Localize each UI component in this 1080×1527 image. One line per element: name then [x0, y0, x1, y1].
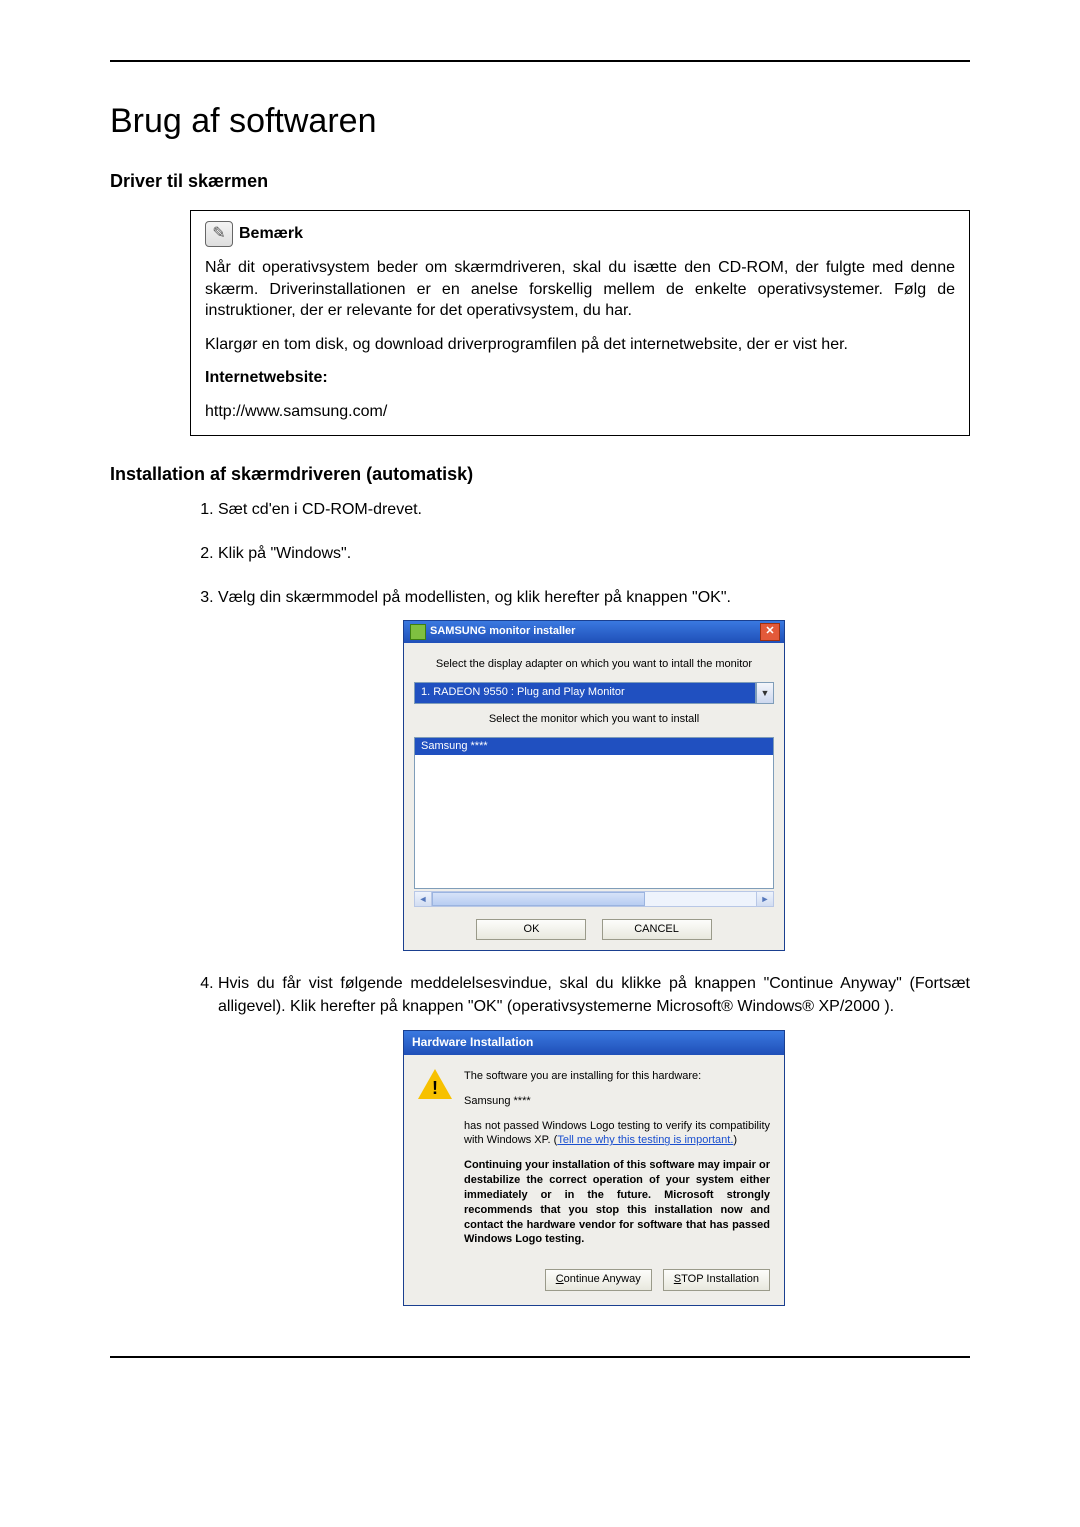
horizontal-scrollbar[interactable]: ◄ ►	[414, 891, 774, 907]
internet-url: http://www.samsung.com/	[205, 401, 955, 423]
step-3-text: Vælg din skærmmodel på modellisten, og k…	[218, 589, 731, 606]
note-label: Bemærk	[239, 223, 303, 245]
step-2: Klik på "Windows".	[218, 543, 970, 565]
steps-list: Sæt cd'en i CD-ROM-drevet. Klik på "Wind…	[190, 499, 970, 1306]
display-adapter-value: 1. RADEON 9550 : Plug and Play Monitor	[414, 682, 756, 703]
scroll-left-arrow-icon[interactable]: ◄	[414, 891, 432, 907]
note-icon: ✎	[205, 221, 233, 247]
step-1: Sæt cd'en i CD-ROM-drevet.	[218, 499, 970, 521]
hwdlg-line3b: )	[733, 1134, 737, 1146]
monitor-list-item-selected[interactable]: Samsung ****	[415, 738, 773, 755]
ok-button[interactable]: OK	[476, 919, 586, 940]
warning-icon: !	[418, 1069, 452, 1099]
hwdlg-line2: Samsung ****	[464, 1094, 770, 1109]
hwdlg-link[interactable]: Tell me why this testing is important.	[557, 1134, 733, 1146]
monitor-listbox[interactable]: Samsung ****	[414, 737, 774, 889]
installer-instruction-2: Select the monitor which you want to ins…	[414, 712, 774, 727]
scrollbar-track[interactable]	[432, 891, 756, 907]
step-4: Hvis du får vist følgende meddelelsesvin…	[218, 973, 970, 1305]
step-3: Vælg din skærmmodel på modellisten, og k…	[218, 587, 970, 951]
cancel-button[interactable]: CANCEL	[602, 919, 712, 940]
close-button[interactable]: ✕	[760, 623, 780, 641]
scrollbar-thumb[interactable]	[432, 892, 645, 906]
installer-app-icon	[410, 624, 426, 640]
internet-label: Internetwebsite:	[205, 369, 328, 386]
note-box: ✎ Bemærk Når dit operativsystem beder om…	[190, 210, 970, 436]
step-4-text: Hvis du får vist følgende meddelelsesvin…	[218, 975, 970, 1014]
chevron-down-icon[interactable]: ▼	[756, 682, 774, 703]
page-title: Brug af softwaren	[110, 102, 970, 141]
note-paragraph-1: Når dit operativsystem beder om skærmdri…	[205, 257, 955, 322]
scroll-right-arrow-icon[interactable]: ►	[756, 891, 774, 907]
section-driver-heading: Driver til skærmen	[110, 171, 970, 192]
note-paragraph-2: Klargør en tom disk, og download driverp…	[205, 334, 955, 356]
samsung-installer-dialog: SAMSUNG monitor installer ✕ Select the d…	[403, 620, 785, 952]
hwdlg-title: Hardware Installation	[404, 1031, 784, 1055]
hwdlg-bold: Continuing your installation of this sof…	[464, 1158, 770, 1247]
bottom-divider	[110, 1356, 970, 1358]
installer-instruction-1: Select the display adapter on which you …	[414, 657, 774, 672]
hwdlg-message: The software you are installing for this…	[464, 1069, 770, 1257]
hardware-installation-dialog: Hardware Installation ! The software you…	[403, 1030, 785, 1306]
installer-title: SAMSUNG monitor installer	[430, 624, 575, 639]
top-divider	[110, 60, 970, 62]
section-auto-install-heading: Installation af skærmdriveren (automatis…	[110, 464, 970, 485]
installer-titlebar: SAMSUNG monitor installer ✕	[404, 621, 784, 643]
hwdlg-line1: The software you are installing for this…	[464, 1069, 770, 1084]
stop-installation-button[interactable]: STOP Installation	[663, 1269, 770, 1290]
display-adapter-combo[interactable]: 1. RADEON 9550 : Plug and Play Monitor ▼	[414, 682, 774, 703]
continue-anyway-button[interactable]: Continue Anyway	[545, 1269, 652, 1290]
